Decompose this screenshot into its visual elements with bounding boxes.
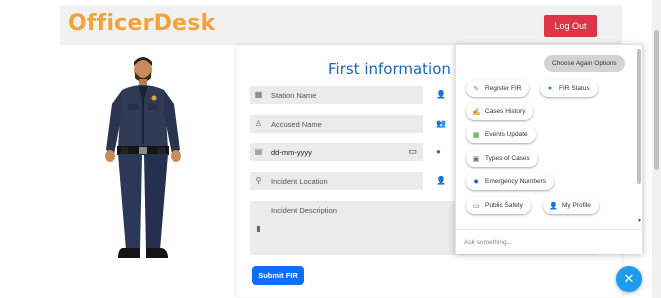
- police-officer-illustration: [105, 57, 181, 258]
- location-pin-icon: ⚲: [255, 176, 262, 185]
- brand-logo[interactable]: OfficerDesk: [68, 11, 215, 36]
- close-chat-button[interactable]: ✕: [616, 266, 642, 292]
- option-my-profile[interactable]: 👤 My Profile: [543, 197, 599, 214]
- chat-scroll-thumb[interactable]: [637, 49, 641, 184]
- option-register-fir[interactable]: ✎ Register FIR: [466, 80, 530, 97]
- incident-location-input[interactable]: ⚲ Incident Location: [250, 172, 423, 190]
- chatbot-panel: Choose Again Options ✎ Register FIR ● FI…: [455, 44, 643, 254]
- date-picker-icon[interactable]: ▭: [408, 146, 417, 157]
- form-title: First information r: [328, 60, 462, 78]
- accused-name-input[interactable]: ♙ Accused Name: [250, 115, 423, 133]
- case-types-icon: ▣: [472, 155, 480, 163]
- accused-name-placeholder: Accused Name: [271, 120, 322, 129]
- safety-icon: ▭: [472, 202, 480, 210]
- option-types-of-cases[interactable]: ▣ Types of Cases: [466, 150, 538, 167]
- option-label: Public Safety: [485, 202, 523, 209]
- status-icon: ●: [547, 85, 553, 92]
- accused-icon: ♙: [254, 119, 263, 128]
- building-icon: ▦: [254, 90, 263, 99]
- calendar-icon: ▤: [254, 147, 263, 156]
- description-placeholder: Incident Description: [271, 206, 337, 215]
- option-emergency-numbers[interactable]: ✸ Emergency Numbers: [466, 173, 555, 190]
- chat-scrollbar[interactable]: ▼: [636, 45, 643, 225]
- scroll-down-arrow-icon[interactable]: ▼: [637, 218, 642, 224]
- location-placeholder: Incident Location: [271, 177, 328, 186]
- choose-again-button[interactable]: Choose Again Options: [544, 55, 625, 72]
- option-label: Types of Cases: [485, 155, 530, 162]
- option-cases-history[interactable]: ✍ Cases History: [466, 103, 534, 120]
- incident-date-input[interactable]: ▤ dd-mm-yyyy ▭: [250, 143, 423, 161]
- users-icon: 👥: [436, 119, 446, 128]
- option-public-safety[interactable]: ▭ Public Safety: [466, 197, 531, 214]
- station-name-placeholder: Station Name: [271, 91, 317, 100]
- logout-button[interactable]: Log Out: [544, 15, 597, 37]
- profile-icon: 👤: [549, 202, 558, 210]
- page-scrollbar[interactable]: [652, 0, 661, 298]
- option-label: Cases History: [485, 108, 526, 115]
- date-placeholder: dd-mm-yyyy: [271, 148, 312, 157]
- document-icon: ▮: [256, 224, 261, 233]
- chat-message-input[interactable]: Ask something...: [456, 229, 642, 254]
- history-icon: ✍: [472, 108, 481, 116]
- person-icon: 👤: [436, 176, 446, 185]
- option-events-update[interactable]: ▦ Events Update: [466, 126, 536, 143]
- header-bar: OfficerDesk Log Out: [60, 5, 622, 45]
- option-fir-status[interactable]: ● FIR Status: [540, 80, 598, 97]
- chat-options-list: Choose Again Options ✎ Register FIR ● FI…: [456, 45, 636, 225]
- user-icon: 👤: [436, 90, 446, 99]
- emergency-icon: ✸: [473, 178, 479, 186]
- register-icon: ✎: [473, 85, 479, 93]
- option-label: Register FIR: [485, 85, 522, 92]
- events-icon: ▦: [472, 131, 480, 139]
- station-name-input[interactable]: ▦ Station Name: [250, 86, 423, 104]
- option-label: FIR Status: [559, 85, 590, 92]
- close-icon: ✕: [623, 271, 635, 286]
- option-label: Events Update: [485, 131, 528, 138]
- clock-icon: ●: [436, 147, 441, 156]
- option-label: Emergency Numbers: [485, 178, 547, 185]
- submit-fir-button[interactable]: Submit FIR: [252, 266, 304, 285]
- page-scroll-thumb[interactable]: [654, 30, 659, 170]
- option-label: My Profile: [562, 202, 591, 209]
